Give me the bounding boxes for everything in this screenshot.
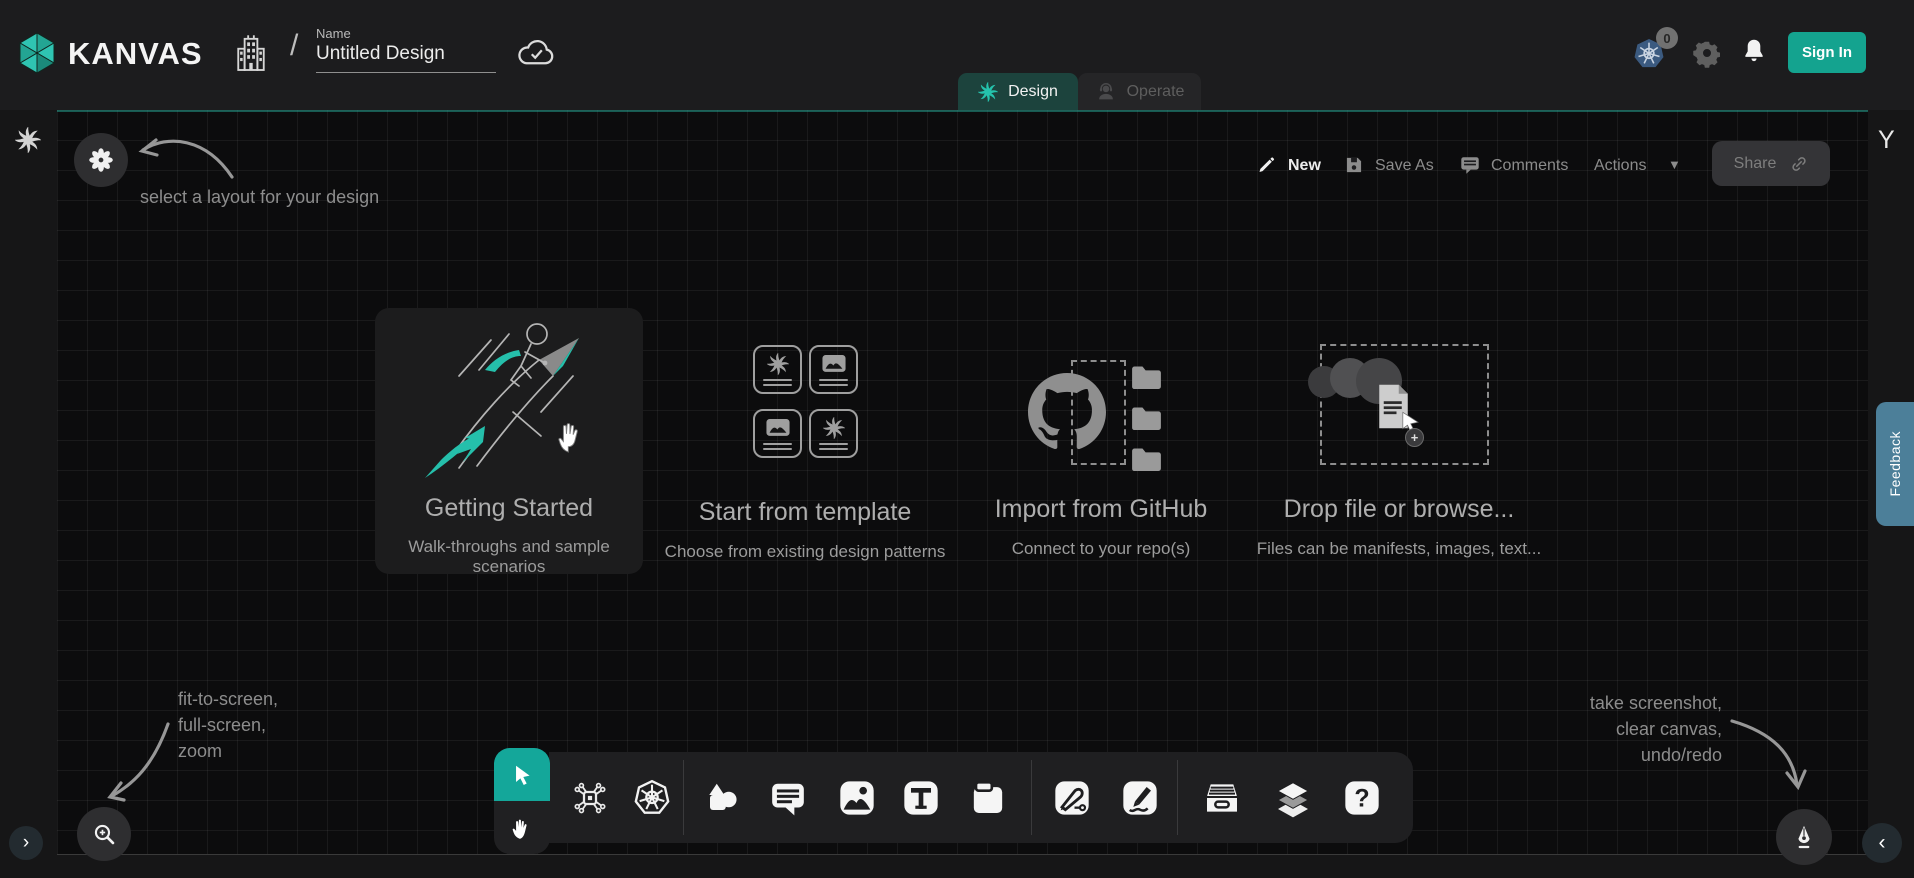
- zoom-annotation: fit-to-screen, full-screen, zoom: [178, 686, 278, 764]
- template-tile: [809, 409, 858, 458]
- magnifier-plus-icon: [91, 821, 118, 848]
- design-spiral-icon: [978, 82, 998, 102]
- new-button[interactable]: New: [1288, 155, 1321, 177]
- tab-design[interactable]: Design: [958, 73, 1078, 110]
- archive-tool[interactable]: [1202, 752, 1242, 843]
- tab-operate[interactable]: Operate: [1078, 73, 1201, 110]
- sticky-note-tool[interactable]: [968, 752, 1008, 843]
- cursor-arrow-icon: [509, 762, 535, 788]
- toolbar-divider: [683, 760, 684, 835]
- github-icon: [1028, 373, 1106, 451]
- folder-icon: [1129, 362, 1167, 392]
- card-subtitle: Choose from existing design patterns: [645, 542, 965, 562]
- cluster-count-badge[interactable]: 0: [1656, 27, 1678, 49]
- design-name-group: Name: [316, 26, 496, 73]
- share-link-icon: [1790, 155, 1808, 173]
- select-pan-block: [494, 748, 550, 854]
- right-panel-toggle[interactable]: Y: [1878, 126, 1895, 155]
- layout-select-button[interactable]: [74, 133, 128, 187]
- expand-right-panel-button[interactable]: ‹: [1862, 823, 1902, 863]
- toolbar-divider: [1031, 760, 1032, 835]
- pen-nib-icon: [1790, 823, 1818, 851]
- canvas-top-accent: [57, 110, 1868, 112]
- pan-tool[interactable]: [494, 801, 550, 854]
- sidebar-spiral-icon: [15, 127, 41, 153]
- image-icon: [765, 418, 791, 439]
- toolbar-divider: [1177, 760, 1178, 835]
- save-as-button[interactable]: Save As: [1375, 155, 1434, 177]
- hand-icon: [509, 814, 536, 841]
- folder-icon: [1129, 403, 1167, 433]
- design-name-input[interactable]: [316, 41, 496, 73]
- tab-design-label: Design: [1008, 83, 1058, 101]
- pencil-tool[interactable]: [1120, 752, 1160, 843]
- layout-annotation: select a layout for your design: [140, 184, 379, 210]
- expand-left-panel-button[interactable]: ›: [9, 826, 43, 860]
- pen-tool[interactable]: [1052, 752, 1092, 843]
- feedback-tab[interactable]: Feedback: [1876, 402, 1914, 526]
- template-tile: [753, 409, 802, 458]
- new-pencil-icon[interactable]: [1256, 154, 1277, 175]
- canvas-bottom-border: [57, 854, 1868, 855]
- actions-caret-icon[interactable]: ▼: [1668, 157, 1681, 172]
- feedback-label: Feedback: [1887, 431, 1903, 496]
- operate-headset-icon: [1095, 81, 1117, 103]
- spiral-icon: [823, 417, 845, 439]
- gear-icon[interactable]: [1692, 38, 1722, 68]
- card-title: Start from template: [655, 498, 955, 527]
- hand-pointer-cursor: [555, 416, 587, 456]
- actions-annotation: take screenshot, clear canvas, undo/redo: [1450, 690, 1722, 768]
- svg-text:?: ?: [1354, 784, 1369, 812]
- card-subtitle: Files can be manifests, images, text...: [1239, 539, 1559, 559]
- kanvas-app: KANVAS / Name: [0, 0, 1914, 878]
- draw-actions-button[interactable]: [1776, 809, 1832, 865]
- kanvas-logo-icon: [13, 29, 61, 77]
- layers-tool[interactable]: [1273, 752, 1313, 843]
- kubernetes-tool[interactable]: [633, 752, 671, 843]
- card-subtitle: Connect to your repo(s): [951, 539, 1251, 559]
- brand-name: KANVAS: [68, 36, 203, 72]
- cloud-sync-icon: [516, 37, 558, 67]
- comment-tool[interactable]: [769, 752, 807, 843]
- shapes-tool[interactable]: [703, 752, 741, 843]
- share-label: Share: [1734, 155, 1777, 173]
- help-tool[interactable]: ?: [1342, 752, 1382, 843]
- card-getting-started[interactable]: Getting Started Walk-throughs and sample…: [375, 308, 643, 574]
- comments-icon[interactable]: [1459, 154, 1481, 176]
- plus-badge-icon: +: [1405, 428, 1424, 447]
- breadcrumb-separator: /: [290, 29, 298, 63]
- top-header: KANVAS / Name: [0, 0, 1914, 110]
- template-tile: [809, 345, 858, 394]
- rocket-sketch: [413, 314, 609, 486]
- card-title: Getting Started: [375, 494, 643, 523]
- image-icon: [821, 354, 847, 375]
- comments-button[interactable]: Comments: [1491, 155, 1568, 177]
- card-title: Drop file or browse...: [1249, 495, 1549, 524]
- folder-icon: [1129, 444, 1167, 474]
- save-as-icon[interactable]: [1344, 155, 1364, 175]
- actions-dropdown[interactable]: Actions: [1594, 155, 1646, 177]
- share-button[interactable]: Share: [1712, 141, 1830, 186]
- template-tile: [753, 345, 802, 394]
- layout-flower-icon: [88, 147, 114, 173]
- zoom-controls-button[interactable]: [77, 807, 131, 861]
- text-tool[interactable]: [901, 752, 941, 843]
- bell-icon[interactable]: [1740, 36, 1768, 68]
- org-building-icon: [234, 31, 268, 75]
- card-title: Import from GitHub: [951, 495, 1251, 524]
- spiral-icon: [767, 353, 789, 375]
- component-chip-tool[interactable]: [571, 752, 609, 843]
- image-tool[interactable]: [837, 752, 877, 843]
- tab-operate-label: Operate: [1127, 83, 1185, 101]
- select-tool[interactable]: [494, 748, 550, 801]
- card-subtitle: Walk-throughs and sample scenarios: [375, 537, 643, 577]
- name-label: Name: [316, 26, 496, 41]
- sign-in-button[interactable]: Sign In: [1788, 32, 1866, 73]
